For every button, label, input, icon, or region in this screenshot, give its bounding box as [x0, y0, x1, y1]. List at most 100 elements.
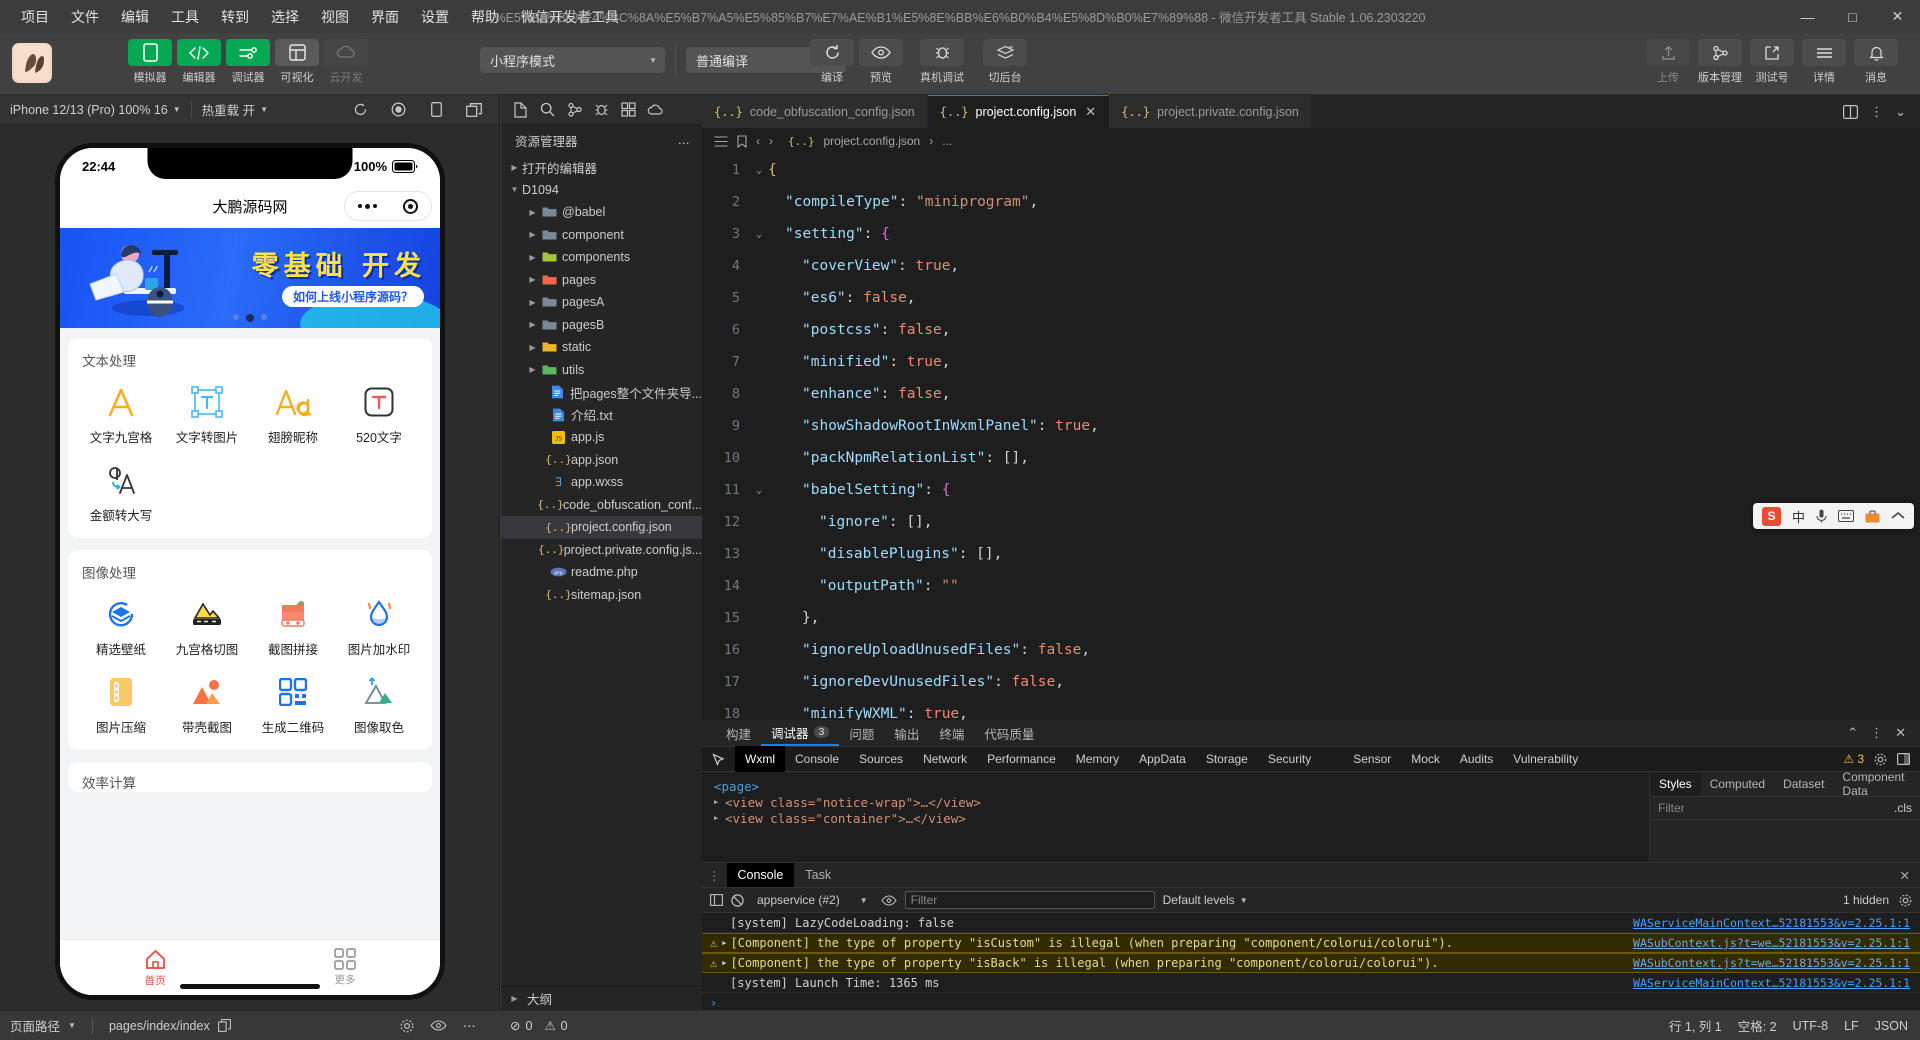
styles-filter-input[interactable]: Filter — [1658, 801, 1685, 815]
chevron-right-icon[interactable]: ▶ — [525, 253, 540, 262]
chrome-tab-wxml[interactable]: Wxml — [735, 746, 785, 772]
expand-triangle-icon[interactable]: ▶ — [722, 939, 726, 947]
panel-tab-build[interactable]: 构建 — [716, 720, 761, 746]
console-row-2[interactable]: ⚠▶[Component] the type of property "isBa… — [702, 953, 1920, 973]
chrome-tab-performance[interactable]: Performance — [977, 746, 1066, 772]
code-line-12[interactable]: 12"ignore": [], — [702, 506, 1920, 538]
chevron-right-icon[interactable]: ▶ — [525, 275, 540, 284]
console-source-link[interactable]: WASubContext.js?t=we…52181553&v=2.25.1:1 — [1633, 936, 1910, 950]
close-icon[interactable]: ✕ — [1895, 725, 1906, 741]
app-item-chibangnicheng[interactable]: 翅膀昵称 — [250, 384, 336, 446]
toolbar-button-upload[interactable]: 上传 — [1646, 39, 1690, 85]
tree-open-editors[interactable]: ▶ 打开的编辑器 — [501, 156, 702, 179]
close-target-icon[interactable] — [403, 199, 418, 214]
toolbar-button-background[interactable]: 切后台 — [983, 39, 1027, 85]
console-settings-icon[interactable] — [1899, 894, 1912, 907]
tree-item-components[interactable]: ▶components — [501, 246, 702, 269]
keyboard-icon[interactable] — [1838, 510, 1854, 522]
carousel-dots[interactable] — [233, 314, 267, 322]
tree-item--pages------...[interactable]: 把pages整个文件夹导... — [501, 381, 702, 404]
console-row-3[interactable]: [system] Launch Time: 1365 msWAServiceMa… — [702, 973, 1920, 993]
toolbar-button-realdebug[interactable]: 真机调试 — [920, 39, 964, 85]
styles-tab-overflow[interactable]: » — [1913, 772, 1920, 796]
app-item-tuxiangquse[interactable]: 图像取色 — [336, 674, 422, 736]
menu-item-0[interactable]: 项目 — [10, 4, 60, 30]
panel-tab-output[interactable]: 输出 — [884, 720, 929, 746]
chrome-tab-sensor[interactable]: Sensor — [1343, 746, 1401, 772]
styles-tab-computed[interactable]: Computed — [1701, 772, 1774, 796]
code-line-18[interactable]: 18"minifyWXML": true, — [702, 698, 1920, 720]
console-drawer-handle[interactable]: ⋮ — [702, 868, 727, 883]
menu-item-5[interactable]: 选择 — [260, 4, 310, 30]
tree-item---.txt[interactable]: 介绍.txt — [501, 404, 702, 427]
warning-count[interactable]: ⚠ 3 — [1844, 752, 1864, 766]
maximize-panel-icon[interactable]: ⌄ — [1895, 104, 1906, 120]
chevron-right-icon[interactable]: ▶ — [525, 365, 540, 374]
status-settings-icon[interactable] — [400, 1019, 414, 1033]
expand-triangle-icon[interactable]: ▶ — [714, 798, 722, 806]
app-item-jinezhuandaxie[interactable]: 金额转大写 — [78, 462, 164, 524]
code-line-3[interactable]: 3⌄"setting": { — [702, 218, 1920, 250]
breadcrumb-file[interactable]: project.config.json — [824, 134, 921, 148]
code-line-5[interactable]: 5"es6": false, — [702, 282, 1920, 314]
more-icon[interactable]: ⋮ — [1870, 725, 1883, 741]
toolbar-button-version[interactable]: 版本管理 — [1698, 39, 1742, 85]
code-line-9[interactable]: 9"showShadowRootInWxmlPanel": true, — [702, 410, 1920, 442]
chevron-right-icon[interactable]: ▶ — [525, 208, 540, 217]
debug-icon[interactable] — [590, 99, 612, 121]
chrome-tab-vulnerability[interactable]: Vulnerability — [1503, 746, 1588, 772]
tree-item-utils[interactable]: ▶utils — [501, 359, 702, 382]
code-line-14[interactable]: 14"outputPath": "" — [702, 570, 1920, 602]
status-more-icon[interactable]: ⋯ — [463, 1018, 476, 1033]
toolbar-button-editor[interactable]: 编辑器 — [177, 39, 221, 85]
wechat-capsule[interactable] — [344, 191, 432, 221]
fold-chevron-icon[interactable]: ⌄ — [750, 165, 768, 176]
wxml-line-0[interactable]: <page> — [710, 778, 1649, 794]
panel-tab-quality[interactable]: 代码质量 — [974, 720, 1044, 746]
chrome-tab-console[interactable]: Console — [785, 746, 849, 772]
tree-item-pagesa[interactable]: ▶pagesA — [501, 291, 702, 314]
menu-item-6[interactable]: 视图 — [310, 4, 360, 30]
styles-tab-styles[interactable]: Styles — [1650, 772, 1701, 796]
code-line-17[interactable]: 17"ignoreDevUnusedFiles": false, — [702, 666, 1920, 698]
dock-icon[interactable] — [1897, 753, 1910, 765]
status-warning-count[interactable]: ⚠ 0 — [544, 1018, 567, 1033]
app-item-wenzijiugongge[interactable]: 文字九宫格 — [78, 384, 164, 446]
tree-item-app.wxss[interactable]: ∃app.wxss — [501, 471, 702, 494]
code-line-2[interactable]: 2"compileType": "miniprogram", — [702, 186, 1920, 218]
simulator-split-icon[interactable] — [463, 100, 485, 120]
status-eol[interactable]: LF — [1844, 1019, 1859, 1033]
ime-mode-label[interactable]: 中 — [1792, 507, 1805, 526]
expand-icon[interactable] — [1891, 511, 1905, 521]
toolbar-button-preview[interactable]: 预览 — [859, 39, 903, 85]
app-item-jietupinjie[interactable]: 截图拼接 — [250, 596, 336, 658]
simulator-rotate-icon[interactable] — [425, 100, 447, 120]
menu-item-2[interactable]: 编辑 — [110, 4, 160, 30]
split-editor-icon[interactable] — [1843, 105, 1858, 119]
console-source-link[interactable]: WAServiceMainContext…52181553&v=2.25.1:1 — [1633, 916, 1910, 930]
styles-cls-button[interactable]: .cls — [1894, 801, 1912, 815]
chrome-tab-appdata[interactable]: AppData — [1129, 746, 1196, 772]
maximize-button[interactable]: □ — [1830, 0, 1875, 33]
tree-item-pages[interactable]: ▶pages — [501, 269, 702, 292]
extensions-icon[interactable] — [617, 99, 639, 121]
code-line-6[interactable]: 6"postcss": false, — [702, 314, 1920, 346]
toolbar-button-debugger[interactable]: 调试器 — [226, 39, 270, 85]
tree-item-app.js[interactable]: JSapp.js — [501, 426, 702, 449]
menu-item-1[interactable]: 文件 — [60, 4, 110, 30]
tree-item-component[interactable]: ▶component — [501, 224, 702, 247]
console-levels-select[interactable]: Default levels ▼ — [1163, 893, 1248, 907]
source-control-icon[interactable] — [563, 99, 585, 121]
console-log[interactable]: [system] LazyCodeLoading: falseWAService… — [702, 913, 1920, 1010]
app-item-tupianjiashuiyin[interactable]: 图片加水印 — [336, 596, 422, 658]
chrome-tab-security[interactable]: Security — [1258, 746, 1321, 772]
cloud-icon[interactable] — [644, 99, 666, 121]
search-icon[interactable] — [536, 99, 558, 121]
console-filter-input[interactable]: Filter — [905, 891, 1155, 909]
console-eye-icon[interactable] — [881, 895, 897, 906]
menu-item-4[interactable]: 转到 — [210, 4, 260, 30]
console-tab-console[interactable]: Console — [727, 863, 795, 887]
tree-item-static[interactable]: ▶static — [501, 336, 702, 359]
toolbar-button-simulator[interactable]: 模拟器 — [128, 39, 172, 85]
console-sidebar-icon[interactable] — [710, 894, 723, 906]
